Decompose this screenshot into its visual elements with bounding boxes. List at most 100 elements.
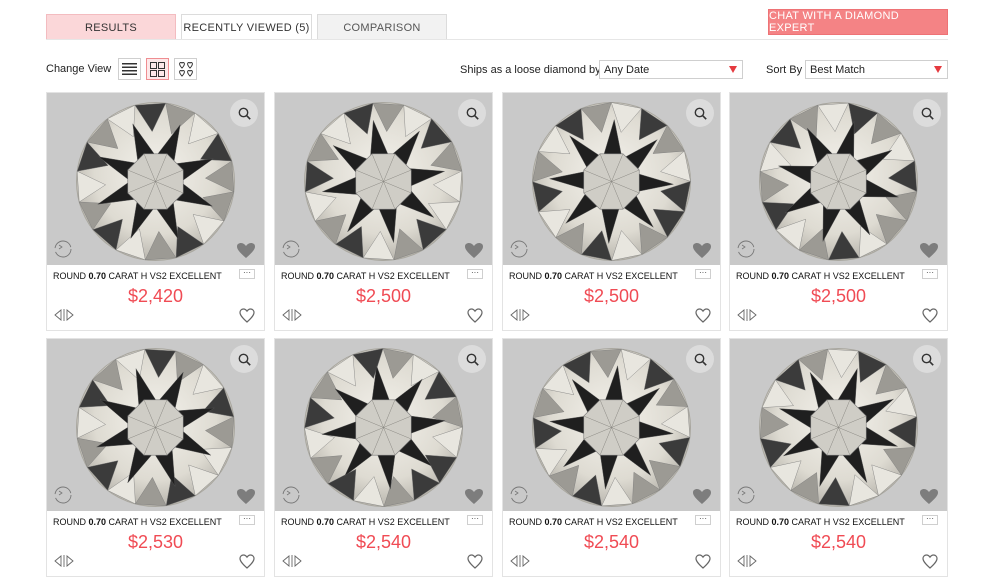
heart-icon[interactable] [464,242,484,259]
price-value: $2,540 [355,532,412,552]
search-icon [238,353,251,366]
price-value: $2,530 [127,532,184,552]
more-options-button[interactable]: ··· [239,269,255,279]
diamond-image [304,348,463,507]
zoom-button[interactable] [686,99,714,127]
heart-icon[interactable] [692,242,712,259]
diamond-photo[interactable] [503,93,720,265]
zoom-button[interactable] [458,345,486,373]
diamond-photo[interactable] [730,339,947,511]
more-options-button[interactable]: ··· [695,269,711,279]
tab-results[interactable]: RESULTS [46,14,176,40]
shape-text: ROUND [509,517,545,527]
diamond-card[interactable]: ROUND 0.70 CARAT H VS2 EXCELLENT ··· $2,54… [502,338,721,577]
hearts-view-button[interactable] [174,58,197,80]
zoom-button[interactable] [230,345,258,373]
wishlist-heart-icon[interactable] [695,554,711,569]
diamond-card[interactable]: ROUND 0.70 CARAT H VS2 EXCELLENT ··· $2,50… [274,92,493,331]
diamond-photo[interactable] [47,339,264,511]
spec-text: CARAT H VS2 EXCELLENT [106,517,222,527]
diamond-card[interactable]: ROUND 0.70 CARAT H VS2 EXCELLENT ··· $2,54… [274,338,493,577]
diamond-card[interactable]: ROUND 0.70 CARAT H VS2 EXCELLENT ··· $2,53… [46,338,265,577]
diamond-title: ROUND 0.70 CARAT H VS2 EXCELLENT [509,271,678,281]
spec-text: CARAT H VS2 EXCELLENT [106,271,222,281]
heart-icon[interactable] [919,488,939,505]
carat-value: 0.70 [316,517,335,527]
more-options-button[interactable]: ··· [922,515,938,525]
zoom-button[interactable] [230,99,258,127]
360-view-icon[interactable] [509,239,529,259]
more-options-button[interactable]: ··· [695,515,711,525]
tab-comparison[interactable]: COMPARISON [317,14,447,40]
diamond-photo[interactable] [275,339,492,511]
zoom-button[interactable] [913,99,941,127]
shape-text: ROUND [281,517,317,527]
carat-value: 0.70 [544,517,563,527]
price-value: $2,420 [127,286,184,306]
wishlist-heart-icon[interactable] [239,308,255,323]
heart-icon[interactable] [464,488,484,505]
ideal-scope-icon [282,555,302,567]
heart-icon[interactable] [692,488,712,505]
price-value: $2,540 [810,532,867,552]
ideal-scope-icon [737,555,757,567]
tab-divider [46,39,948,40]
diamond-photo[interactable] [275,93,492,265]
more-options-button[interactable]: ··· [467,515,483,525]
wishlist-heart-icon[interactable] [695,308,711,323]
360-view-icon[interactable] [281,239,301,259]
diamond-card[interactable]: ROUND 0.70 CARAT H VS2 EXCELLENT ··· $2,50… [729,92,948,331]
heart-icon[interactable] [236,242,256,259]
grid-view-button[interactable] [146,58,169,80]
wishlist-heart-icon[interactable] [467,554,483,569]
carat-value: 0.70 [88,271,107,281]
chat-with-expert-button[interactable]: CHAT WITH A DIAMOND EXPERT [768,9,948,35]
change-view-label: Change View [46,63,112,75]
ships-date-select[interactable]: Any Date [599,60,743,79]
diamond-image [759,348,918,507]
diamond-card[interactable]: ROUND 0.70 CARAT H VS2 EXCELLENT ··· $2,54… [729,338,948,577]
shape-text: ROUND [53,271,89,281]
sort-by-select[interactable]: Best Match [805,60,948,79]
list-view-button[interactable] [118,58,141,80]
ships-date-value: Any Date [604,64,650,76]
wishlist-heart-icon[interactable] [922,308,938,323]
heart-icon[interactable] [919,242,939,259]
360-view-icon[interactable] [53,239,73,259]
diamond-photo[interactable] [503,339,720,511]
hearts-and-arrows-icon [178,61,193,77]
diamond-title: ROUND 0.70 CARAT H VS2 EXCELLENT [53,271,222,281]
heart-icon[interactable] [236,488,256,505]
zoom-button[interactable] [913,345,941,373]
ideal-scope-icon [282,309,302,321]
sort-by-label: Sort By [766,64,803,76]
360-view-icon[interactable] [736,485,756,505]
diamond-photo[interactable] [730,93,947,265]
more-options-button[interactable]: ··· [467,269,483,279]
spec-text: CARAT H VS2 EXCELLENT [334,271,450,281]
tab-recently-viewed[interactable]: RECENTLY VIEWED (5) [181,14,312,40]
zoom-button[interactable] [686,345,714,373]
search-icon [694,353,707,366]
diamond-image [76,102,235,261]
diamond-title: ROUND 0.70 CARAT H VS2 EXCELLENT [281,517,450,527]
diamond-card[interactable]: ROUND 0.70 CARAT H VS2 EXCELLENT ··· $2,42… [46,92,265,331]
diamond-image [759,102,918,261]
diamond-photo[interactable] [47,93,264,265]
shape-text: ROUND [509,271,545,281]
spec-text: CARAT H VS2 EXCELLENT [789,271,905,281]
shape-text: ROUND [736,517,772,527]
price-value: $2,500 [583,286,640,306]
diamond-image [304,102,463,261]
diamond-card[interactable]: ROUND 0.70 CARAT H VS2 EXCELLENT ··· $2,50… [502,92,721,331]
wishlist-heart-icon[interactable] [239,554,255,569]
zoom-button[interactable] [458,99,486,127]
360-view-icon[interactable] [281,485,301,505]
more-options-button[interactable]: ··· [239,515,255,525]
360-view-icon[interactable] [736,239,756,259]
wishlist-heart-icon[interactable] [922,554,938,569]
360-view-icon[interactable] [509,485,529,505]
wishlist-heart-icon[interactable] [467,308,483,323]
360-view-icon[interactable] [53,485,73,505]
more-options-button[interactable]: ··· [922,269,938,279]
